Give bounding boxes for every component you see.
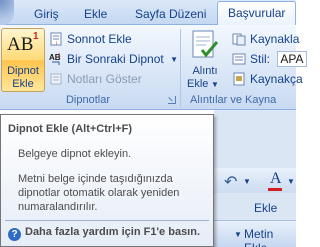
tab-page-layout[interactable]: Sayfa Düzeni [135, 4, 206, 25]
endnote-icon: i [50, 32, 62, 46]
undo-icon[interactable]: ↶ [224, 172, 237, 192]
style-selector[interactable]: Stil: APA [232, 51, 308, 68]
tooltip-description: Belgeye dipnot ekleyin. [18, 148, 132, 160]
svg-text:i: i [56, 41, 57, 46]
tooltip-title: Dipnot Ekle (Alt+Ctrl+F) [8, 123, 133, 135]
tooltip-help-text: Daha fazla yardım için F1'e basın. [25, 226, 201, 238]
insert-citation-icon [192, 30, 219, 58]
help-icon: ? [8, 228, 21, 241]
insert-footnote-tooltip: Dipnot Ekle (Alt+Ctrl+F) Belgeye dipnot … [0, 114, 214, 247]
footnotes-group-label: Dipnotlar [65, 94, 111, 106]
tooltip-help: ? Daha fazla yardım için F1'e basın. [8, 226, 200, 241]
chevron-down-icon[interactable]: ▼ [287, 177, 295, 186]
background-insert-text-label: Metin Ekle [244, 227, 274, 247]
background-insert-text-button[interactable]: ▼ Metin Ekle [214, 220, 296, 247]
footnote-superscript: 1 [33, 31, 39, 42]
show-notes-label: Notları Göster [67, 72, 142, 86]
manage-sources-label: Kaynakla [250, 32, 300, 46]
next-footnote-button[interactable]: AB 1 Bir Sonraki Dipnot ▼ [49, 51, 178, 68]
show-notes-button: Notları Göster [49, 71, 142, 88]
next-footnote-label: Bir Sonraki Dipnot [67, 52, 164, 66]
chevron-down-icon: ▼ [170, 55, 178, 64]
insert-endnote-label: Sonnot Ekle [67, 32, 132, 46]
tab-insert[interactable]: Ekle [84, 4, 107, 25]
insert-citation-label-line2: Ekle [187, 78, 209, 90]
tooltip-detail: Metni belge içinde taşıdığınızda dipnotl… [18, 173, 180, 213]
citations-group-label: Alıntılar ve Kayna [190, 94, 277, 106]
insert-footnote-button[interactable]: AB 1 Dipnot Ekle [1, 28, 45, 92]
insert-footnote-label-line1: Dipnot [7, 65, 39, 77]
font-color-bar [268, 188, 282, 191]
style-label: Stil: [250, 52, 271, 66]
font-color-icon[interactable]: A [270, 170, 282, 188]
style-dropdown[interactable]: APA [277, 51, 308, 67]
insert-endnote-button[interactable]: i Sonnot Ekle [49, 31, 132, 48]
footnote-icon: AB [7, 34, 34, 55]
chevron-down-icon[interactable]: ▼ [243, 177, 251, 186]
manage-sources-button[interactable]: Kaynakla [232, 31, 299, 48]
manage-sources-icon [232, 33, 246, 46]
group-divider [180, 29, 181, 107]
insert-citation-label-line1: Alıntı [192, 65, 218, 77]
next-footnote-icon: AB1 [49, 53, 61, 65]
footnotes-dialog-launcher-icon[interactable] [168, 96, 176, 104]
tooltip-divider [5, 220, 209, 221]
insert-citation-button[interactable]: Alıntı Ekle ▼ [184, 28, 226, 92]
bibliography-label: Kaynakça [250, 72, 303, 86]
bibliography-icon [233, 72, 245, 86]
tab-home[interactable]: Giriş [34, 4, 59, 25]
chevron-down-icon: ▼ [234, 230, 242, 239]
svg-text:1: 1 [58, 53, 61, 59]
ribbon-tab-bar: Giriş Ekle Sayfa Düzeni Başvurular [0, 0, 296, 26]
style-icon [232, 53, 246, 65]
tab-references[interactable]: Başvurular [217, 1, 296, 26]
chevron-down-icon: ▼ [211, 80, 219, 89]
background-tab-insert[interactable]: Ekle [254, 201, 277, 215]
insert-footnote-label-line2: Ekle [12, 78, 34, 90]
show-notes-icon [50, 73, 62, 85]
bibliography-button[interactable]: Kaynakça [232, 71, 303, 88]
office-button[interactable] [0, 0, 14, 25]
